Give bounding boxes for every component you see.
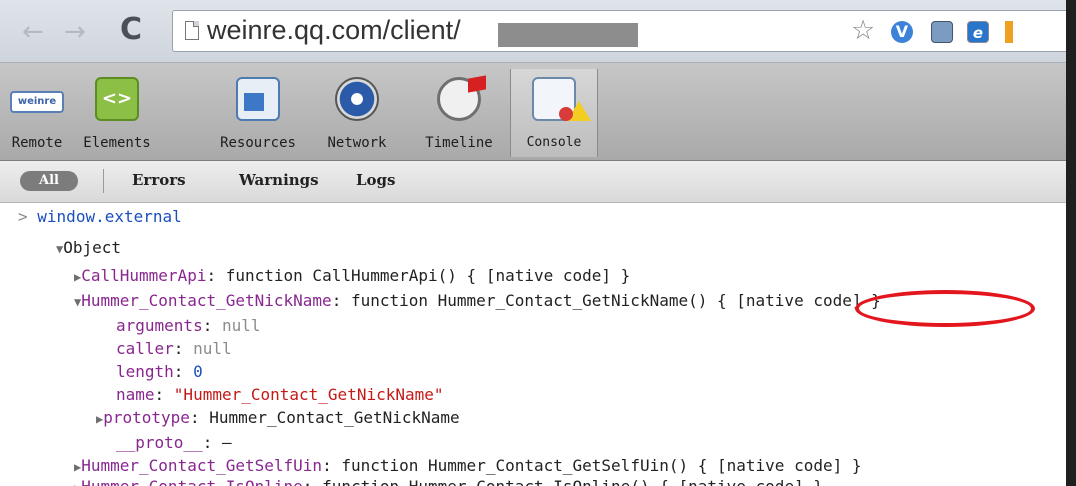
timeline-flag-icon (468, 75, 486, 93)
resources-icon (236, 77, 280, 121)
property-row: caller: null (116, 339, 232, 358)
browser-toolbar: ← → C weinre.qq.com/client/ ☆ V e (0, 0, 1076, 63)
native-code-text: [native code] (736, 291, 862, 310)
tab-elements[interactable]: <> Elements (72, 69, 162, 157)
url-text[interactable]: weinre.qq.com/client/ (207, 15, 461, 46)
reload-button[interactable]: C (120, 15, 142, 45)
object-label: Object (63, 238, 122, 257)
tab-elements-label: Elements (83, 135, 151, 151)
tab-remote[interactable]: weinre Remote (6, 69, 68, 157)
property-row[interactable]: __proto__: – (116, 431, 232, 454)
tab-console-label: Console (526, 135, 582, 150)
calendar-extension-icon[interactable] (931, 21, 953, 43)
error-icon (559, 107, 573, 121)
property-value: function Hummer_Contact_GetSelfUin() { [… (341, 456, 862, 475)
object-root[interactable]: ▼Object (56, 236, 121, 261)
tab-network[interactable]: Network (314, 69, 400, 157)
property-key: __proto__ (116, 433, 203, 452)
tab-resources-label: Resources (220, 135, 296, 151)
property-row: arguments: null (116, 316, 261, 335)
filter-logs-button[interactable]: Logs (356, 171, 396, 189)
window-edge (1066, 0, 1076, 486)
property-key: caller (116, 339, 174, 358)
property-key: Hummer_Contact_GetSelfUin (81, 456, 323, 475)
property-key: Hummer_Contact_GetNickName (81, 291, 332, 310)
property-key: length (116, 362, 174, 381)
partial-extension-icon[interactable] (1005, 21, 1013, 43)
page-icon (185, 21, 199, 40)
property-value: Hummer_Contact_GetNickName (209, 408, 460, 427)
ie-extension-icon[interactable]: e (967, 21, 989, 43)
property-row: name: "Hummer_Contact_GetNickName" (116, 385, 444, 404)
address-bar[interactable]: weinre.qq.com/client/ ☆ V e (172, 10, 1076, 52)
console-filter-bar: All Errors Warnings Logs (0, 161, 1076, 203)
highlight-ellipse (855, 290, 1035, 327)
tab-timeline[interactable]: Timeline (412, 69, 506, 157)
property-row[interactable]: ▶prototype: Hummer_Contact_GetNickName (96, 406, 460, 431)
filter-warnings-button[interactable]: Warnings (239, 171, 319, 189)
console-output[interactable]: > window.external ▼Object ▶CallHummerApi… (0, 203, 1076, 486)
property-row[interactable]: ▶Hummer_Contact_IsOnline: function Humme… (74, 475, 823, 486)
prompt-icon: > (18, 207, 28, 226)
property-key: name (116, 385, 155, 404)
property-value: – (221, 433, 232, 452)
property-value: "Hummer_Contact_GetNickName" (173, 385, 444, 404)
filter-errors-button[interactable]: Errors (132, 171, 186, 189)
console-command-line: > window.external (18, 205, 182, 228)
tab-resources[interactable]: Resources (204, 69, 312, 157)
property-value: null (221, 316, 261, 335)
property-key: arguments (116, 316, 203, 335)
property-row[interactable]: ▶CallHummerApi: function CallHummerApi()… (74, 264, 630, 289)
filter-all-button[interactable]: All (20, 171, 78, 191)
elements-icon: <> (95, 77, 139, 121)
network-icon (335, 77, 379, 121)
property-value: null (193, 339, 232, 358)
tab-console[interactable]: Console (510, 69, 598, 157)
console-command: window.external (37, 207, 182, 226)
tab-network-label: Network (327, 135, 387, 151)
weinre-logo-icon: weinre (10, 91, 64, 113)
back-button[interactable]: ← (22, 19, 44, 45)
property-row: length: 0 (116, 362, 203, 381)
tab-remote-label: Remote (11, 135, 63, 151)
property-value: 0 (193, 362, 203, 381)
property-value: function CallHummerApi() { [native code]… (225, 266, 631, 285)
property-key: Hummer_Contact_IsOnline (81, 477, 303, 486)
tab-timeline-label: Timeline (425, 135, 493, 151)
forward-button[interactable]: → (64, 19, 86, 45)
bookmark-star-icon[interactable]: ☆ (851, 15, 875, 46)
property-value: function Hummer_Contact_IsOnline() { [na… (322, 477, 823, 486)
weinre-panel-toolbar: weinre Remote <> Elements Resources Netw… (0, 63, 1076, 161)
redacted-url-segment (498, 23, 638, 47)
filter-divider (103, 169, 104, 193)
v-extension-icon[interactable]: V (891, 21, 913, 43)
property-row[interactable]: ▼Hummer_Contact_GetNickName: function Hu… (74, 289, 881, 314)
property-key: prototype (103, 408, 190, 427)
property-value: function Hummer_Contact_GetNickName() { (350, 291, 737, 310)
property-key: CallHummerApi (81, 266, 207, 285)
